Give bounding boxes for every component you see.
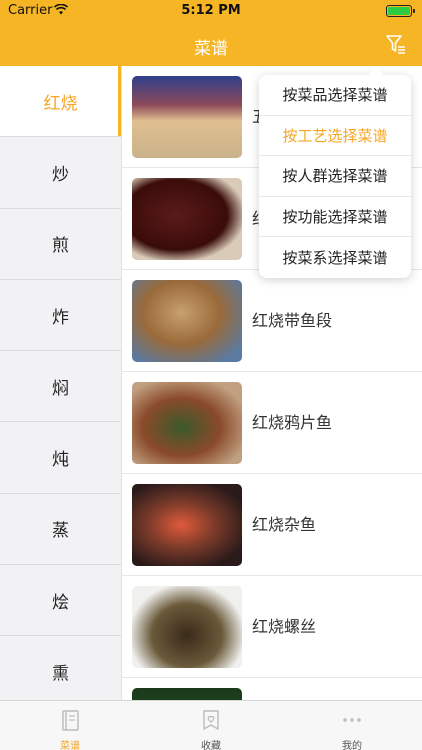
tab-label: 菜谱 — [60, 741, 80, 750]
book-icon — [62, 710, 79, 731]
dish-name: 红烧杂鱼 — [252, 515, 317, 534]
sidebar-item-label: 烩 — [52, 592, 69, 613]
tab-label: 我的 — [342, 741, 362, 750]
dish-name: 红烧鸦片鱼 — [252, 413, 333, 432]
dish-photo — [132, 484, 242, 566]
sidebar-item-label: 熏 — [52, 664, 69, 685]
status-bar: Carrier 5:12 PM — [0, 0, 422, 22]
menu-item-by-function[interactable]: 按功能选择菜谱 — [259, 197, 411, 238]
filter-icon[interactable] — [384, 32, 408, 56]
filter-menu: 按菜品选择菜谱 按工艺选择菜谱 按人群选择菜谱 按功能选择菜谱 按菜系选择菜谱 — [259, 68, 411, 278]
tab-recipes[interactable]: 菜谱 — [0, 701, 140, 750]
sidebar-item-label: 炖 — [52, 450, 69, 471]
sidebar-item-label: 蒸 — [52, 521, 69, 542]
favorite-icon — [203, 710, 219, 730]
menu-item-by-cuisine[interactable]: 按菜系选择菜谱 — [259, 237, 411, 278]
dish-name: 红烧螺丝 — [252, 617, 317, 636]
tab-bar: 菜谱 收藏 我的 — [0, 700, 422, 750]
menu-item-by-dish[interactable]: 按菜品选择菜谱 — [259, 75, 411, 116]
sidebar-item-zheng[interactable]: 蒸 — [0, 494, 121, 566]
sidebar-item-label: 煎 — [52, 236, 69, 257]
tab-favorites[interactable]: 收藏 — [141, 701, 281, 750]
dish-photo — [132, 280, 242, 362]
sidebar-item-label: 炒 — [52, 164, 69, 185]
dish-row[interactable]: 红烧杂鱼 — [122, 474, 422, 576]
dish-row[interactable]: 红烧螺丝 — [122, 576, 422, 678]
menu-item-by-technique[interactable]: 按工艺选择菜谱 — [259, 116, 411, 157]
dish-photo — [132, 586, 242, 668]
sidebar-item-hongshao[interactable]: 红烧 — [0, 66, 121, 138]
page-title: 菜谱 — [194, 39, 228, 59]
menu-item-by-people[interactable]: 按人群选择菜谱 — [259, 156, 411, 197]
sidebar-item-label: 炸 — [52, 307, 69, 328]
tab-label: 收藏 — [201, 741, 221, 750]
sidebar-item-chao[interactable]: 炒 — [0, 137, 121, 209]
dish-row[interactable]: 红烧带鱼段 — [122, 270, 422, 372]
nav-bar: 菜谱 — [0, 22, 422, 66]
sidebar-item-dun[interactable]: 炖 — [0, 422, 121, 494]
dish-photo — [132, 76, 242, 158]
category-sidebar: 红烧 炒 煎 炸 焖 炖 蒸 烩 熏 — [0, 66, 122, 700]
sidebar-item-label: 焖 — [52, 378, 69, 399]
dish-photo — [132, 178, 242, 260]
dish-name: 红烧带鱼段 — [252, 311, 333, 330]
menu-caret — [369, 68, 383, 75]
more-icon — [343, 718, 361, 722]
status-time: 5:12 PM — [181, 3, 241, 18]
sidebar-item-zha[interactable]: 炸 — [0, 280, 121, 352]
dish-photo — [132, 382, 242, 464]
dish-photo — [132, 688, 242, 700]
dish-row[interactable] — [122, 678, 422, 700]
dish-row[interactable]: 红烧鸦片鱼 — [122, 372, 422, 474]
sidebar-item-men[interactable]: 焖 — [0, 351, 121, 423]
sidebar-item-hui[interactable]: 烩 — [0, 565, 121, 637]
sidebar-item-label: 红烧 — [43, 93, 78, 114]
sidebar-item-jian[interactable]: 煎 — [0, 209, 121, 280]
battery-icon — [386, 5, 415, 17]
sidebar-item-xun[interactable]: 熏 — [0, 636, 121, 700]
tab-mine[interactable]: 我的 — [282, 701, 422, 750]
